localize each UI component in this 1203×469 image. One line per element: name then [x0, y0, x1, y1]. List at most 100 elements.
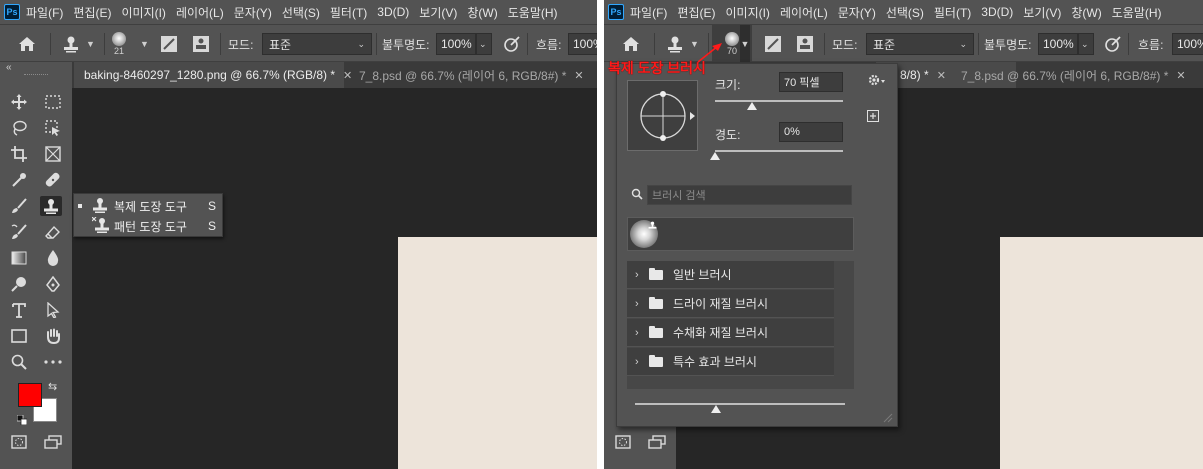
- chevron-down-icon[interactable]: ▼: [740, 25, 750, 63]
- marquee-tool-icon[interactable]: [42, 92, 64, 112]
- menu-image[interactable]: 이미지(I): [121, 4, 165, 21]
- flyout-item-clone-stamp[interactable]: 복제 도장 도구 S: [74, 196, 222, 216]
- menu-file[interactable]: 파일(F): [630, 4, 667, 21]
- document-canvas[interactable]: [398, 237, 597, 469]
- document-canvas[interactable]: [1000, 237, 1203, 469]
- menu-view[interactable]: 보기(V): [419, 4, 457, 21]
- menu-type[interactable]: 문자(Y): [234, 4, 272, 21]
- mode-select[interactable]: 표준 ⌄: [262, 33, 372, 55]
- new-preset-icon[interactable]: [867, 110, 879, 125]
- menu-edit[interactable]: 편집(E): [677, 4, 715, 21]
- menu-image[interactable]: 이미지(I): [725, 4, 769, 21]
- menu-window[interactable]: 창(W): [467, 4, 497, 21]
- flow-input[interactable]: 100%: [568, 33, 597, 55]
- rectangle-tool-icon[interactable]: [8, 326, 30, 346]
- brush-settings-icon[interactable]: [160, 25, 178, 63]
- type-tool-icon[interactable]: [8, 300, 30, 320]
- eyedropper-tool-icon[interactable]: [8, 170, 30, 190]
- menu-filter[interactable]: 필터(T): [330, 4, 367, 21]
- frame-tool-icon[interactable]: [42, 144, 64, 164]
- close-icon[interactable]: ✕: [937, 69, 946, 82]
- tab-document-2[interactable]: 7_8.psd @ 66.7% (레이어 6, RGB/8#) * ✕: [951, 62, 1203, 88]
- mode-select[interactable]: 표준 ⌄: [866, 33, 974, 55]
- opacity-input[interactable]: 100%: [436, 33, 476, 55]
- menu-select[interactable]: 선택(S): [282, 4, 320, 21]
- hand-tool-icon[interactable]: [42, 326, 64, 346]
- path-select-tool-icon[interactable]: [42, 300, 64, 320]
- size-slider-thumb[interactable]: [747, 102, 758, 110]
- clone-source-icon[interactable]: [796, 25, 814, 63]
- pressure-opacity-icon[interactable]: [1104, 25, 1122, 63]
- menu-help[interactable]: 도움말(H): [508, 4, 558, 21]
- brush-group[interactable]: › 드라이 재질 브러시: [627, 290, 834, 318]
- brush-angle-preview[interactable]: [627, 80, 698, 151]
- screen-mode-icon[interactable]: [646, 432, 668, 452]
- tab-document-1[interactable]: baking-8460297_1280.png @ 66.7% (RGB/8) …: [74, 62, 352, 88]
- object-select-tool-icon[interactable]: [42, 118, 64, 138]
- history-brush-tool-icon[interactable]: [8, 222, 30, 242]
- pressure-opacity-icon[interactable]: [503, 25, 521, 63]
- clone-source-icon[interactable]: [192, 25, 210, 63]
- brush-search-input[interactable]: 브러시 검색: [647, 185, 852, 205]
- eraser-tool-icon[interactable]: [42, 222, 64, 242]
- menu-3d[interactable]: 3D(D): [981, 5, 1013, 19]
- brush-preset-picker[interactable]: 21: [112, 25, 126, 63]
- tab-document-2[interactable]: 7_8.psd @ 66.7% (레이어 6, RGB/8#) * ✕: [349, 62, 597, 88]
- crop-tool-icon[interactable]: [8, 144, 30, 164]
- tool-preset-picker[interactable]: ▼: [62, 25, 95, 63]
- gradient-tool-icon[interactable]: [8, 248, 30, 268]
- brush-group[interactable]: › 수채화 재질 브러시: [627, 319, 834, 347]
- menu-layer[interactable]: 레이어(L): [176, 4, 224, 21]
- opacity-dropdown[interactable]: ⌄: [1078, 33, 1094, 55]
- scrollbar[interactable]: [834, 261, 854, 389]
- collapse-icon[interactable]: «: [6, 62, 12, 73]
- menu-window[interactable]: 창(W): [1071, 4, 1101, 21]
- hardness-slider-thumb[interactable]: [710, 152, 720, 160]
- brush-settings-icon[interactable]: [764, 25, 782, 63]
- home-icon[interactable]: [18, 25, 36, 63]
- close-icon[interactable]: ✕: [1176, 69, 1185, 82]
- swap-colors-icon[interactable]: ⇆: [48, 380, 57, 393]
- brush-group[interactable]: › 일반 브러시: [627, 261, 834, 289]
- menu-select[interactable]: 선택(S): [886, 4, 924, 21]
- brush-tool-icon[interactable]: [8, 196, 30, 216]
- menu-help[interactable]: 도움말(H): [1112, 4, 1162, 21]
- pen-tool-icon[interactable]: [42, 274, 64, 294]
- chevron-down-icon[interactable]: ▼: [140, 25, 149, 63]
- menu-filter[interactable]: 필터(T): [934, 4, 971, 21]
- brush-group[interactable]: › 특수 효과 브러시: [627, 348, 834, 376]
- preview-size-slider-thumb[interactable]: [711, 405, 721, 413]
- dodge-tool-icon[interactable]: [8, 274, 30, 294]
- menu-3d[interactable]: 3D(D): [377, 5, 409, 19]
- default-colors-icon[interactable]: [16, 414, 28, 426]
- clone-stamp-tool-icon[interactable]: [40, 196, 62, 216]
- screen-mode-icon[interactable]: [42, 432, 64, 452]
- clone-stamp-icon: [648, 219, 657, 233]
- resize-grip-icon[interactable]: [883, 412, 893, 426]
- opacity-dropdown[interactable]: ⌄: [476, 33, 492, 55]
- gear-icon[interactable]: [868, 74, 886, 89]
- flow-input[interactable]: 100%: [1172, 33, 1203, 55]
- quick-mask-icon[interactable]: [8, 432, 30, 452]
- menu-view[interactable]: 보기(V): [1023, 4, 1061, 21]
- flyout-item-pattern-stamp[interactable]: 패턴 도장 도구 S: [74, 216, 222, 236]
- blur-tool-icon[interactable]: [42, 248, 64, 268]
- menu-layer[interactable]: 레이어(L): [780, 4, 828, 21]
- size-slider[interactable]: [715, 100, 843, 102]
- opacity-input[interactable]: 100%: [1038, 33, 1078, 55]
- hardness-input[interactable]: 0%: [779, 122, 843, 142]
- hardness-slider[interactable]: [715, 150, 843, 152]
- close-icon[interactable]: ✕: [574, 69, 583, 82]
- menu-file[interactable]: 파일(F): [26, 4, 63, 21]
- foreground-color-swatch[interactable]: [18, 383, 42, 407]
- lasso-tool-icon[interactable]: [8, 118, 30, 138]
- more-tools-icon[interactable]: [42, 352, 64, 372]
- quick-mask-icon[interactable]: [612, 432, 634, 452]
- preview-size-slider[interactable]: [635, 403, 845, 405]
- healing-brush-tool-icon[interactable]: [42, 170, 64, 190]
- size-input[interactable]: 70 픽셀: [779, 72, 843, 92]
- menu-edit[interactable]: 편집(E): [73, 4, 111, 21]
- move-tool-icon[interactable]: [8, 92, 30, 112]
- menu-type[interactable]: 문자(Y): [838, 4, 876, 21]
- zoom-tool-icon[interactable]: [8, 352, 30, 372]
